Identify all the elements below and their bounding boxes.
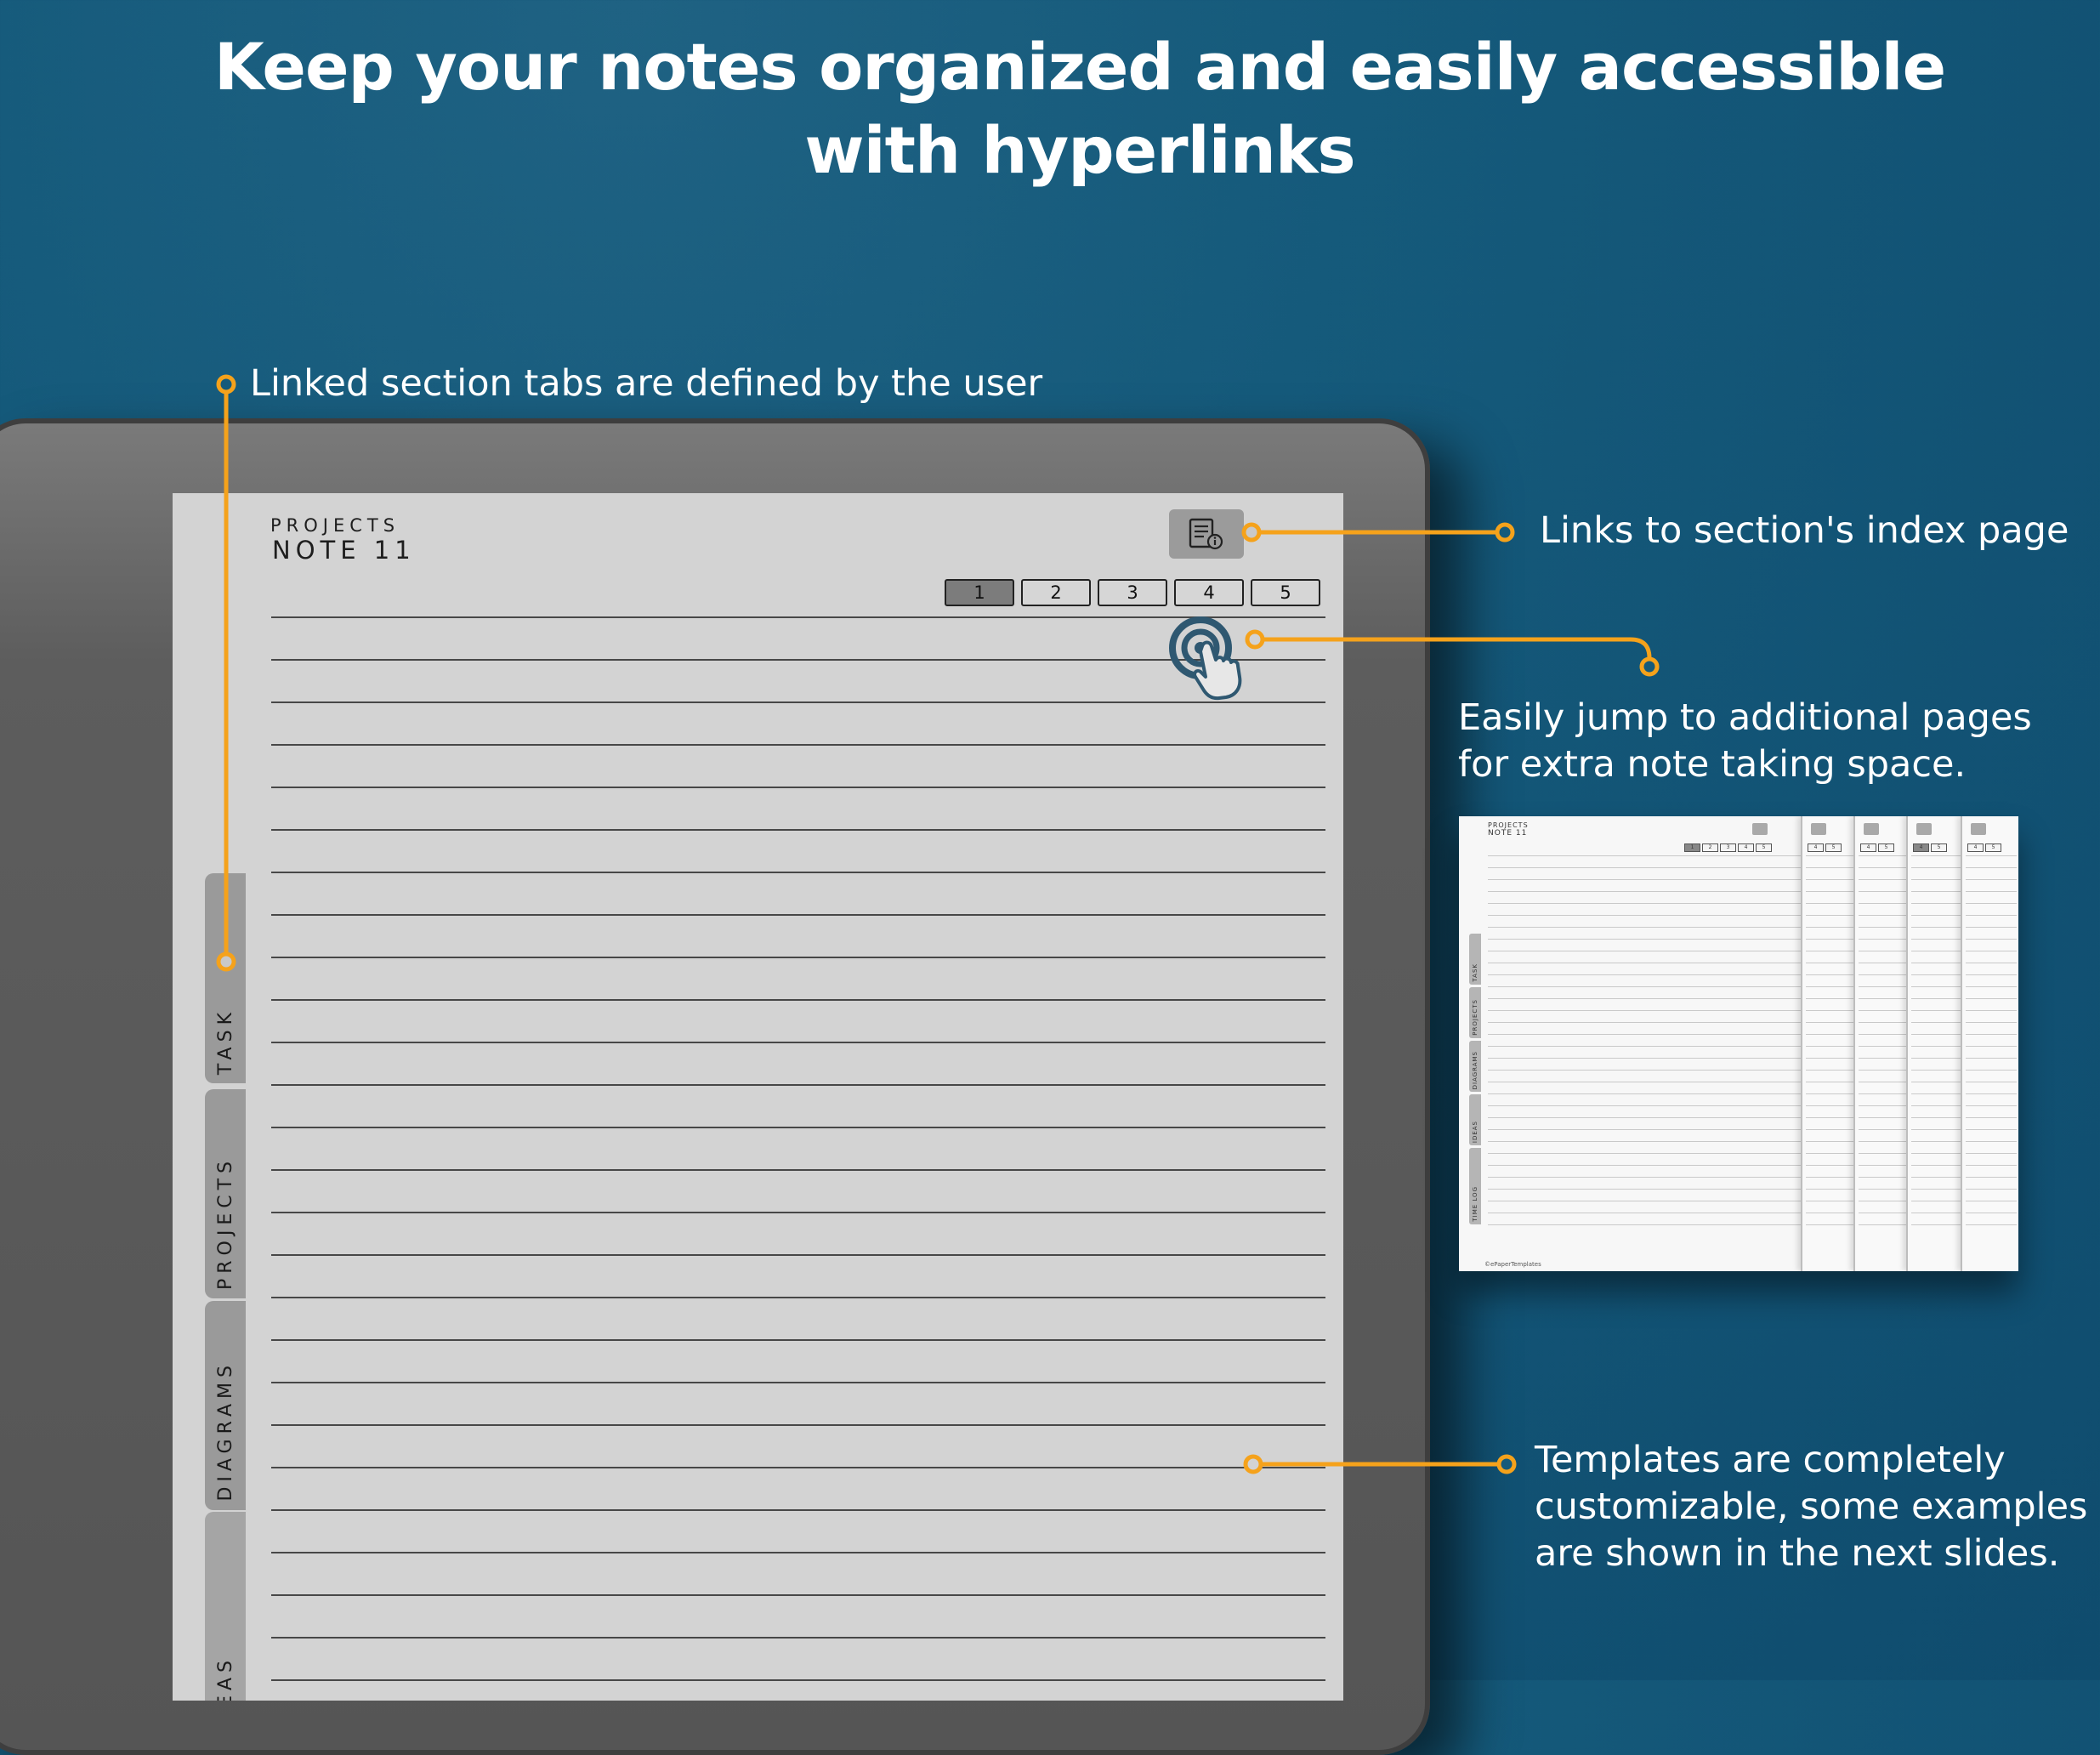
- thumb-ruled-line: [1966, 998, 2017, 999]
- thumb-ruled-line: [1966, 1165, 2017, 1166]
- thumb-side-tab-projects-label: PROJECTS: [1472, 999, 1479, 1036]
- thumb-ruled-line: [1966, 939, 2017, 940]
- thumb-side-tab-projects: PROJECTS: [1469, 987, 1481, 1038]
- thumb-sheet-page-tab: 4: [1913, 843, 1929, 852]
- thumb-sheet-page-tab: 4: [1967, 843, 1984, 852]
- thumb-sheet-page-tabs: 45: [1808, 843, 1842, 852]
- thumb-ruled-line: [1966, 1117, 2017, 1118]
- thumb-ruled-line: [1966, 1034, 2017, 1035]
- thumb-ruled-line: [1966, 867, 2017, 868]
- thumb-page-sheet-5: 45: [1961, 816, 2018, 1271]
- thumb-page-1: 1: [1684, 843, 1700, 852]
- thumb-side-tab-task: TASK: [1469, 934, 1481, 985]
- thumb-title: NOTE 11: [1488, 829, 1528, 838]
- thumb-ruled-line: [1966, 1153, 2017, 1154]
- thumb-ruled-line: [1966, 1022, 2017, 1023]
- thumb-side-tab-ideas-label: IDEAS: [1472, 1120, 1479, 1143]
- thumb-ruled-line: [1966, 986, 2017, 987]
- thumb-sheet-index-icon: [1811, 823, 1826, 835]
- thumb-sheet-page-tab: 5: [1825, 843, 1842, 852]
- thumb-sheet-page-tabs: 45: [1913, 843, 1947, 852]
- thumb-sheet-page-tabs: 45: [1860, 843, 1894, 852]
- thumb-ruled-line: [1966, 927, 2017, 928]
- thumb-ruled-line: [1966, 974, 2017, 975]
- thumb-sheet-index-icon: [1916, 823, 1932, 835]
- thumb-ruled-line: [1966, 891, 2017, 892]
- thumb-ruled-line: [1966, 1189, 2017, 1190]
- thumb-page-3: 3: [1720, 843, 1736, 852]
- thumb-ruled-line: [1966, 1224, 2017, 1225]
- thumb-side-tab-diagrams-label: DIAGRAMS: [1472, 1050, 1479, 1089]
- thumb-ruled-line: [1966, 1105, 2017, 1106]
- thumb-ruled-line: [1966, 915, 2017, 916]
- thumb-side-tab-time-log: TIME LOG: [1469, 1148, 1481, 1224]
- thumb-ruled-line: [1966, 1129, 2017, 1130]
- thumb-sheet-page-tab: 5: [1931, 843, 1947, 852]
- thumb-sheet-page-tab: 4: [1860, 843, 1876, 852]
- thumb-page-tabs: 1 2 3 4 5: [1684, 843, 1772, 852]
- thumb-ruled-line: [1966, 855, 2017, 856]
- thumb-sheet-page-tab: 4: [1808, 843, 1824, 852]
- thumb-ruled-line: [1966, 879, 2017, 880]
- thumb-page-2: 2: [1702, 843, 1718, 852]
- thumb-ruled-line: [1966, 1141, 2017, 1142]
- thumb-ruled-line: [1966, 1070, 2017, 1071]
- thumb-sheet-page-tab: 5: [1878, 843, 1894, 852]
- thumb-sheet-index-icon: [1971, 823, 1986, 835]
- thumb-index-icon: [1752, 823, 1768, 835]
- thumb-ruled-line: [1966, 1058, 2017, 1059]
- thumb-ruled-line: [1966, 1177, 2017, 1178]
- thumb-page-5: 5: [1756, 843, 1772, 852]
- thumb-ruled-line: [1966, 903, 2017, 904]
- thumb-sheet-page-tab: 5: [1985, 843, 2001, 852]
- thumb-ruled-line: [1966, 1046, 2017, 1047]
- thumb-side-tab-task-label: TASK: [1472, 963, 1479, 982]
- thumb-side-tab-diagrams: DIAGRAMS: [1469, 1041, 1481, 1092]
- thumb-page-4: 4: [1738, 843, 1754, 852]
- thumb-footer: ©ePaperTemplates: [1484, 1261, 1541, 1268]
- thumb-ruled-line: [1966, 1010, 2017, 1011]
- template-thumbnail: PROJECTS NOTE 11 1 2 3 4 5 TASK PROJECTS…: [1459, 816, 2018, 1271]
- thumb-ruled-line: [1966, 1093, 2017, 1094]
- thumb-side-tab-time-log-label: TIME LOG: [1472, 1186, 1479, 1222]
- thumb-sheet-page-tabs: 45: [1967, 843, 2001, 852]
- thumb-side-tab-ideas: IDEAS: [1469, 1094, 1481, 1145]
- thumb-section-label: PROJECTS: [1488, 821, 1529, 829]
- thumb-sheet-index-icon: [1864, 823, 1879, 835]
